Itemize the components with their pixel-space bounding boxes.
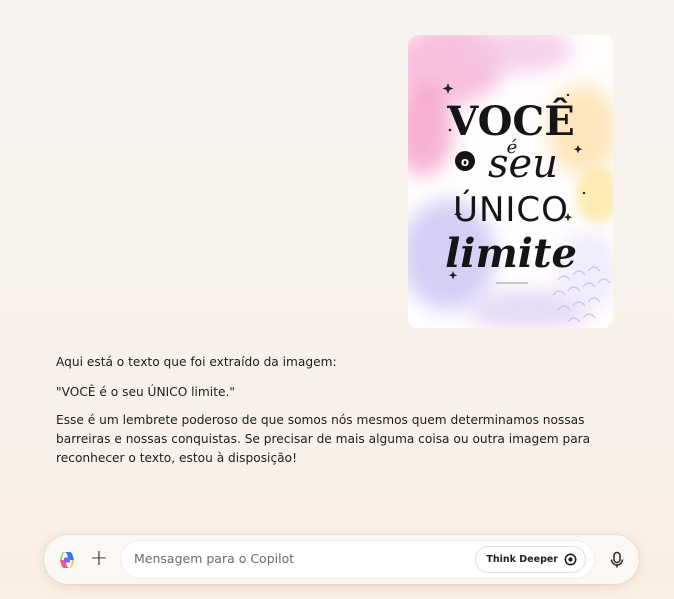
- think-deeper-label: Think Deeper: [486, 554, 558, 565]
- assistant-message: Aqui está o texto que foi extraído da im…: [56, 353, 616, 479]
- message-composer: + Mensagem para o Copilot Think Deeper: [44, 535, 639, 584]
- poster-word-o: o: [461, 155, 469, 169]
- message-quote: "VOCÊ é o seu ÚNICO limite.": [56, 385, 235, 399]
- poster-word-limite: limite: [445, 230, 577, 277]
- message-input[interactable]: Mensagem para o Copilot Think Deeper: [121, 541, 594, 578]
- think-deeper-button[interactable]: Think Deeper: [475, 546, 586, 573]
- poster-word-seu: seu: [488, 141, 558, 187]
- microphone-icon[interactable]: [607, 550, 627, 570]
- quote-poster-image: VOCÊ é o seu ÚNICO limite: [408, 35, 613, 328]
- message-input-placeholder: Mensagem para o Copilot: [134, 551, 295, 566]
- think-deeper-icon: [564, 553, 577, 566]
- plus-icon[interactable]: +: [87, 547, 111, 571]
- message-intro: Aqui está o texto que foi extraído da im…: [56, 355, 337, 369]
- copilot-logo-icon[interactable]: [57, 550, 77, 570]
- poster-word-unico: ÚNICO: [453, 189, 569, 230]
- message-body: Esse é um lembrete poderoso de que somos…: [56, 413, 591, 465]
- uploaded-image[interactable]: VOCÊ é o seu ÚNICO limite: [408, 35, 613, 328]
